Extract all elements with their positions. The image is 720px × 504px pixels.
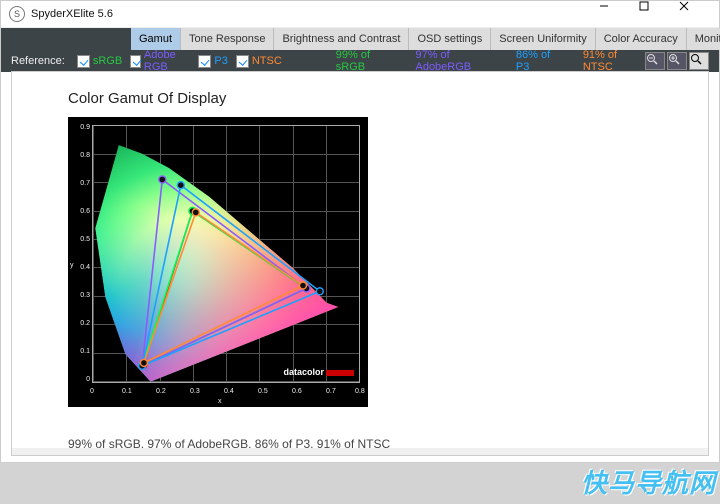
xtick: 0.5 bbox=[258, 388, 268, 395]
tab-screen-uniformity[interactable]: Screen Uniformity bbox=[491, 28, 595, 50]
ytick: 0.1 bbox=[80, 348, 90, 355]
gamut-chart: datacolor 0 0.1 0.2 0.3 0.4 0.5 0.6 0.7 … bbox=[68, 117, 368, 407]
app-icon: S bbox=[9, 6, 25, 22]
ytick: 0.6 bbox=[80, 208, 90, 215]
checkbox-icon[interactable] bbox=[130, 55, 141, 68]
ylabel: y bbox=[70, 262, 74, 269]
watermark: 快马导航网 bbox=[581, 463, 716, 500]
page-title: Color Gamut Of Display bbox=[68, 90, 708, 107]
zoom-fit-button[interactable] bbox=[689, 52, 709, 70]
ytick: 0.5 bbox=[80, 236, 90, 243]
stat-adobergb: 97% of AdobeRGB bbox=[415, 49, 489, 73]
gamut-triangles bbox=[92, 125, 360, 383]
zoom-in-button[interactable] bbox=[667, 52, 687, 70]
ytick: 0.2 bbox=[80, 320, 90, 327]
minimize-button[interactable] bbox=[599, 1, 639, 27]
tabstrip: Gamut Tone Response Brightness and Contr… bbox=[1, 28, 719, 50]
tab-gamut[interactable]: Gamut bbox=[131, 28, 181, 50]
window-title: SpyderXElite 5.6 bbox=[31, 8, 113, 20]
reference-bar: Reference: sRGB Adobe RGB P3 NTSC 99% of… bbox=[1, 50, 719, 72]
ref-ntsc[interactable]: NTSC bbox=[236, 55, 282, 68]
ytick: 0.3 bbox=[80, 292, 90, 299]
ytick: 0.4 bbox=[80, 264, 90, 271]
tab-tone-response[interactable]: Tone Response bbox=[181, 28, 274, 50]
tab-osd-settings[interactable]: OSD settings bbox=[409, 28, 491, 50]
stat-ntsc: 91% of NTSC bbox=[583, 49, 637, 73]
checkbox-icon[interactable] bbox=[77, 55, 90, 68]
close-button[interactable] bbox=[679, 1, 719, 27]
titlebar: S SpyderXElite 5.6 bbox=[1, 1, 719, 28]
zoom-out-button[interactable] bbox=[645, 52, 665, 70]
xtick: 0.1 bbox=[122, 388, 132, 395]
checkbox-icon[interactable] bbox=[236, 55, 249, 68]
ref-adobergb[interactable]: Adobe RGB bbox=[130, 49, 190, 73]
xtick: 0.7 bbox=[326, 388, 336, 395]
ref-srgb[interactable]: sRGB bbox=[77, 55, 122, 68]
ref-p3[interactable]: P3 bbox=[198, 55, 227, 68]
xtick: 0 bbox=[90, 388, 94, 395]
reference-label: Reference: bbox=[11, 55, 65, 67]
app-window: S SpyderXElite 5.6 Gamut Tone Response B… bbox=[0, 0, 720, 463]
xlabel: x bbox=[218, 398, 222, 405]
ytick: 0.8 bbox=[80, 152, 90, 159]
horizontal-scrollbar[interactable] bbox=[12, 448, 708, 456]
checkbox-icon[interactable] bbox=[198, 55, 211, 68]
ytick: 0.7 bbox=[80, 180, 90, 187]
xtick: 0.6 bbox=[292, 388, 302, 395]
xtick: 0.4 bbox=[224, 388, 234, 395]
stat-srgb: 99% of sRGB bbox=[336, 49, 390, 73]
xtick: 0.2 bbox=[156, 388, 166, 395]
tab-color-accuracy[interactable]: Color Accuracy bbox=[596, 28, 687, 50]
datacolor-logo: datacolor bbox=[283, 367, 354, 377]
xtick: 0.8 bbox=[355, 388, 365, 395]
tab-monitor-rating[interactable]: Monitor Rating bbox=[687, 28, 720, 50]
ytick: 0.9 bbox=[80, 124, 90, 131]
content-area: Color Gamut Of Display bbox=[11, 71, 709, 456]
xtick: 0.3 bbox=[190, 388, 200, 395]
maximize-button[interactable] bbox=[639, 1, 679, 27]
stat-p3: 86% of P3 bbox=[516, 49, 557, 73]
tab-brightness-contrast[interactable]: Brightness and Contrast bbox=[274, 28, 409, 50]
ytick: 0 bbox=[80, 376, 90, 383]
